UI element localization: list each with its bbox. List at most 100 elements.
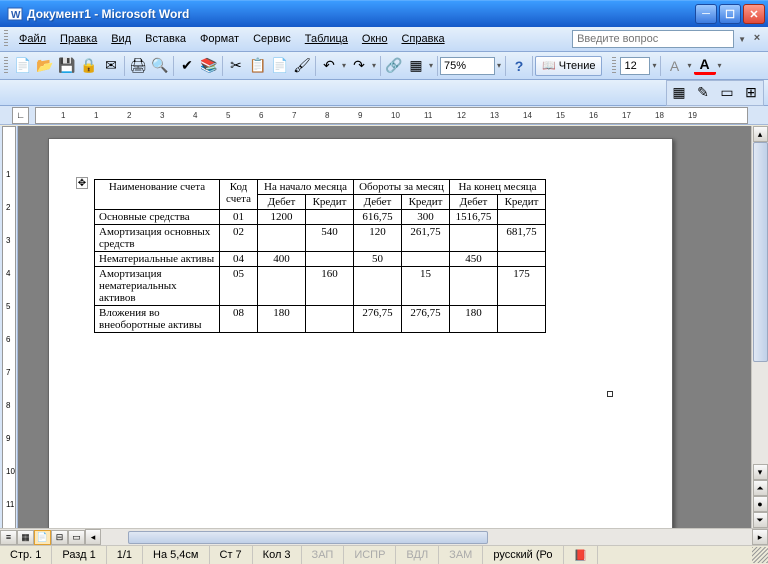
table-cell[interactable]	[498, 306, 546, 333]
table-cell[interactable]: 276,75	[402, 306, 450, 333]
font-size-combo[interactable]: 12	[620, 57, 650, 75]
hyperlink-button[interactable]: 🔗	[383, 55, 405, 77]
th-code[interactable]: Код счета	[220, 180, 258, 210]
table-cell[interactable]: 1200	[258, 210, 306, 225]
print-button[interactable]: 🖨	[127, 55, 149, 77]
table-cell[interactable]: 04	[220, 252, 258, 267]
table-cell[interactable]: 08	[220, 306, 258, 333]
table-cell[interactable]: 450	[450, 252, 498, 267]
status-page[interactable]: Стр. 1	[0, 546, 52, 564]
spellcheck-button[interactable]: ✔	[176, 55, 198, 77]
zoom-combo[interactable]: 75%	[440, 57, 495, 75]
print-preview-button[interactable]: 🔍	[149, 55, 171, 77]
status-pages[interactable]: 1/1	[107, 546, 143, 564]
table-cell[interactable]: 616,75	[354, 210, 402, 225]
th-credit[interactable]: Кредит	[498, 195, 546, 210]
th-name[interactable]: Наименование счета	[95, 180, 220, 210]
close-button[interactable]: ✕	[743, 4, 765, 24]
table-cell[interactable]: 120	[354, 225, 402, 252]
vertical-scrollbar[interactable]: ▴ ▾ ⏶ ● ⏷	[751, 126, 768, 528]
table-row[interactable]: Нематериальные активы0440050450	[95, 252, 546, 267]
next-page-button[interactable]: ⏷	[753, 512, 768, 528]
status-rec[interactable]: ЗАП	[302, 546, 345, 564]
scroll-left-button[interactable]: ◂	[85, 529, 101, 545]
new-doc-button[interactable]: 📄	[12, 55, 34, 77]
table-cell[interactable]	[306, 306, 354, 333]
eraser-button[interactable]: ▭	[716, 82, 738, 104]
format-painter-button[interactable]: 🖌	[291, 55, 313, 77]
th-credit[interactable]: Кредит	[306, 195, 354, 210]
paste-button[interactable]: 📄	[269, 55, 291, 77]
table-cell[interactable]: 276,75	[354, 306, 402, 333]
email-button[interactable]: ✉	[100, 55, 122, 77]
permissions-button[interactable]: 🔒	[78, 55, 100, 77]
highlight-button[interactable]: A	[663, 55, 685, 77]
resize-grip[interactable]	[752, 547, 768, 563]
open-button[interactable]: 📂	[34, 55, 56, 77]
table-cell[interactable]	[306, 252, 354, 267]
menu-window[interactable]: Окно	[355, 30, 395, 48]
menu-close-button[interactable]: ×	[750, 32, 764, 46]
research-button[interactable]: 📚	[198, 55, 220, 77]
vertical-ruler[interactable]: 123456789101112	[0, 126, 18, 528]
th-turn[interactable]: Обороты за месяц	[354, 180, 450, 195]
document-background[interactable]: ✥ Наименование счета Код счета На начало…	[18, 126, 751, 528]
table-cell[interactable]: Вложения во внеоборотные активы	[95, 306, 220, 333]
table-row[interactable]: Амортизация нематериальных активов05 160 1…	[95, 267, 546, 306]
menu-edit[interactable]: Правка	[53, 30, 104, 48]
scroll-down-button[interactable]: ▾	[753, 464, 768, 480]
table-cell[interactable]: 05	[220, 267, 258, 306]
menu-service[interactable]: Сервис	[246, 30, 298, 48]
toolbar-drag-handle[interactable]	[4, 57, 8, 75]
table-cell[interactable]	[354, 267, 402, 306]
table-cell[interactable]: 1516,75	[450, 210, 498, 225]
horizontal-ruler[interactable]: 112345678910111213141516171819	[35, 107, 748, 124]
table-cell[interactable]	[306, 210, 354, 225]
menu-help[interactable]: Справка	[394, 30, 451, 48]
table-cell[interactable]	[450, 225, 498, 252]
menu-view[interactable]: Вид	[104, 30, 138, 48]
status-spellcheck-icon[interactable]: 📕	[564, 546, 599, 564]
table-cell[interactable]: 540	[306, 225, 354, 252]
table-cell[interactable]: 180	[258, 306, 306, 333]
tables-borders-button[interactable]: ▦	[405, 55, 427, 77]
highlight-dropdown[interactable]: ▾	[685, 61, 693, 70]
table-cell[interactable]	[498, 252, 546, 267]
scroll-right-button[interactable]: ▸	[752, 529, 768, 545]
table-cell[interactable]: 681,75	[498, 225, 546, 252]
draw-table-button[interactable]: ✎	[692, 82, 714, 104]
accounts-table[interactable]: Наименование счета Код счета На начало м…	[94, 179, 546, 333]
table-cell[interactable]: 160	[306, 267, 354, 306]
tab-selector[interactable]: ∟	[12, 107, 29, 124]
table-cell[interactable]: 15	[402, 267, 450, 306]
table-row[interactable]: Вложения во внеоборотные активы08180 276,…	[95, 306, 546, 333]
scroll-up-button[interactable]: ▴	[753, 126, 768, 142]
prev-page-button[interactable]: ⏶	[753, 480, 768, 496]
table-resize-handle[interactable]	[607, 391, 613, 397]
help-button[interactable]: ?	[508, 55, 530, 77]
browse-object-button[interactable]: ●	[753, 496, 768, 512]
menu-file[interactable]: Файл	[12, 30, 53, 48]
table-cell[interactable]: 175	[498, 267, 546, 306]
font-color-dropdown[interactable]: ▾	[716, 61, 724, 70]
normal-view-button[interactable]: ≡	[0, 530, 17, 545]
reading-mode-button[interactable]: 📖 Чтение	[535, 56, 602, 76]
table-row[interactable]: Основные средства011200616,753001516,75	[95, 210, 546, 225]
table-cell[interactable]	[402, 252, 450, 267]
horizontal-scroll-thumb[interactable]	[128, 531, 488, 544]
table-cell[interactable]: 50	[354, 252, 402, 267]
table-cell[interactable]	[450, 267, 498, 306]
th-end[interactable]: На конец месяца	[450, 180, 546, 195]
horizontal-scroll-track[interactable]	[103, 530, 750, 545]
table-cell[interactable]: Амортизация нематериальных активов	[95, 267, 220, 306]
undo-dropdown[interactable]: ▾	[340, 61, 348, 70]
table-row[interactable]: Амортизация основных средств02540120261,…	[95, 225, 546, 252]
table-cell[interactable]: Основные средства	[95, 210, 220, 225]
reading-view-button[interactable]: ▭	[68, 530, 85, 545]
th-debit[interactable]: Дебет	[258, 195, 306, 210]
th-start[interactable]: На начало месяца	[258, 180, 354, 195]
th-credit[interactable]: Кредит	[402, 195, 450, 210]
print-view-button[interactable]: 📄	[34, 530, 51, 545]
table-cell[interactable]: 300	[402, 210, 450, 225]
ask-question-input[interactable]	[572, 30, 734, 48]
